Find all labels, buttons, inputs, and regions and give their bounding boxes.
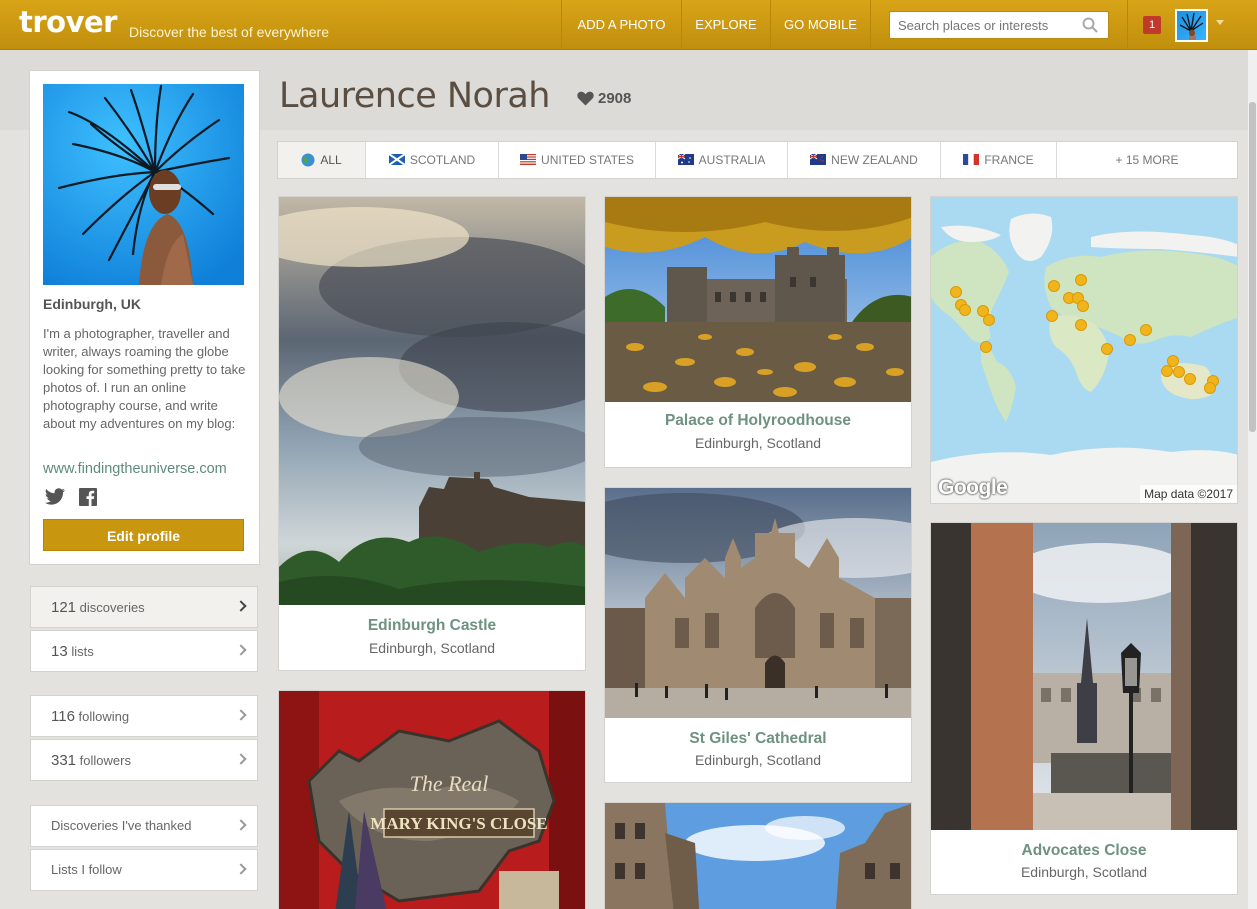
card-title[interactable]: Palace of Holyroodhouse <box>605 412 911 430</box>
tab-all[interactable]: ALL <box>278 142 366 178</box>
chevron-down-icon[interactable] <box>1216 20 1224 25</box>
card-location: Edinburgh, Scotland <box>694 752 822 768</box>
sign-mary-kings-close: MARY KING'S CLOSE <box>370 814 547 833</box>
chevron-right-icon <box>235 819 247 831</box>
google-logo[interactable]: Google <box>938 476 1008 500</box>
following-count: 116 <box>51 708 75 725</box>
discovery-card-advocates-close[interactable]: Advocates Close Edinburgh, Scotland <box>930 522 1238 895</box>
discoveries-map[interactable]: Google Map data ©2017 <box>930 196 1238 504</box>
st-giles-cathedral-photo <box>605 488 911 718</box>
australia-flag-icon <box>677 143 694 165</box>
tab-france-label: FRANCE <box>984 153 1034 167</box>
search-icon[interactable] <box>1082 17 1098 38</box>
trover-logo[interactable]: trover <box>19 5 117 39</box>
lists-i-follow-label: Lists I follow <box>51 862 122 877</box>
lists-i-follow-link[interactable]: Lists I follow <box>30 849 258 891</box>
discovery-card-edinburgh-street[interactable] <box>604 802 912 909</box>
discovery-card-st-giles-cathedral[interactable]: St Giles' Cathedral Edinburgh, Scotland <box>604 487 912 783</box>
scrollbar[interactable] <box>1248 50 1257 909</box>
twitter-icon[interactable] <box>44 488 66 511</box>
discovery-card-edinburgh-castle[interactable]: Edinburgh Castle Edinburgh, Scotland <box>278 196 586 671</box>
holyroodhouse-photo <box>605 197 911 402</box>
map-attribution[interactable]: Map data ©2017 <box>1140 485 1237 503</box>
go-mobile-button[interactable]: GO MOBILE <box>770 0 871 50</box>
likes-count: 2908 <box>598 90 632 107</box>
card-title[interactable]: Edinburgh Castle <box>279 617 585 635</box>
discovery-card-mary-kings-close[interactable]: MARY KING'S CLOSE The Real <box>278 690 586 909</box>
top-navigation-bar: trover Discover the best of everywhere A… <box>0 0 1257 50</box>
discoveries-thanked-label: Discoveries I've thanked <box>51 818 192 833</box>
lists-count: 13 <box>51 643 68 660</box>
chevron-right-icon <box>235 644 247 656</box>
profile-bio: I'm a photographer, traveller and writer… <box>43 326 246 431</box>
profile-location: Edinburgh, UK <box>43 296 141 312</box>
following-label: following <box>78 709 130 724</box>
france-flag-icon <box>963 143 980 165</box>
edinburgh-street-photo <box>605 803 911 909</box>
card-location: Edinburgh, Scotland <box>1020 864 1148 880</box>
sign-the-real: The Real <box>410 771 489 796</box>
heart-icon[interactable] <box>577 91 594 111</box>
facebook-icon[interactable] <box>79 488 97 511</box>
scrollbar-thumb[interactable] <box>1249 102 1256 432</box>
lists-label: lists <box>71 644 94 659</box>
tab-scotland[interactable]: SCOTLAND <box>366 142 499 178</box>
chevron-right-icon <box>235 863 247 875</box>
edinburgh-castle-photo <box>279 197 585 605</box>
chevron-right-icon <box>235 753 247 765</box>
discoveries-link[interactable]: 121 discoveries <box>30 586 258 628</box>
tab-australia[interactable]: AUSTRALIA <box>656 142 788 178</box>
chevron-right-icon <box>235 709 247 721</box>
discoveries-count: 121 <box>51 599 77 616</box>
tab-more[interactable]: + 15 MORE <box>1057 142 1237 178</box>
discovery-card-palace-of-holyroodhouse[interactable]: Palace of Holyroodhouse Edinburgh, Scotl… <box>604 196 912 468</box>
tab-france[interactable]: FRANCE <box>941 142 1057 178</box>
card-title[interactable]: St Giles' Cathedral <box>605 730 911 748</box>
tab-new-zealand[interactable]: NEW ZEALAND <box>788 142 941 178</box>
card-location: Edinburgh, Scotland <box>368 640 496 656</box>
edit-profile-button[interactable]: Edit profile <box>43 519 244 551</box>
discoveries-label: discoveries <box>79 600 145 615</box>
website-link[interactable]: www.findingtheuniverse.com <box>43 461 227 477</box>
tagline: Discover the best of everywhere <box>129 24 329 40</box>
add-photo-button[interactable]: ADD A PHOTO <box>561 0 681 50</box>
mary-kings-close-photo: MARY KING'S CLOSE The Real <box>279 691 585 909</box>
country-tabs: ALL SCOTLAND UNITED STATES AUSTRALIA NEW… <box>277 141 1238 179</box>
discoveries-thanked-link[interactable]: Discoveries I've thanked <box>30 805 258 847</box>
search-input[interactable] <box>890 12 1075 38</box>
chevron-right-icon <box>235 600 247 612</box>
advocates-close-photo <box>931 523 1237 830</box>
new-zealand-flag-icon <box>809 143 827 165</box>
card-title[interactable]: Advocates Close <box>931 842 1237 860</box>
scotland-flag-icon <box>388 143 406 166</box>
profile-photo <box>43 84 244 285</box>
globe-icon <box>301 145 315 167</box>
notification-badge[interactable]: 1 <box>1143 16 1161 34</box>
profile-name: Laurence Norah <box>279 76 550 116</box>
lists-link[interactable]: 13 lists <box>30 630 258 672</box>
tab-united-states[interactable]: UNITED STATES <box>499 142 656 178</box>
us-flag-icon <box>520 143 537 165</box>
search-box <box>889 11 1109 39</box>
following-link[interactable]: 116 following <box>30 695 258 737</box>
tab-united-states-label: UNITED STATES <box>541 153 634 167</box>
followers-count: 331 <box>51 752 77 769</box>
tab-scotland-label: SCOTLAND <box>409 153 476 167</box>
followers-label: followers <box>79 753 131 768</box>
user-avatar[interactable] <box>1175 9 1208 42</box>
divider <box>1127 0 1128 50</box>
tab-all-label: ALL <box>320 153 342 167</box>
tab-new-zealand-label: NEW ZEALAND <box>831 153 918 167</box>
followers-link[interactable]: 331 followers <box>30 739 258 781</box>
tab-australia-label: AUSTRALIA <box>698 153 766 167</box>
explore-button[interactable]: EXPLORE <box>681 0 770 50</box>
profile-card: Edinburgh, UK I'm a photographer, travel… <box>29 70 260 565</box>
card-location: Edinburgh, Scotland <box>694 435 822 451</box>
